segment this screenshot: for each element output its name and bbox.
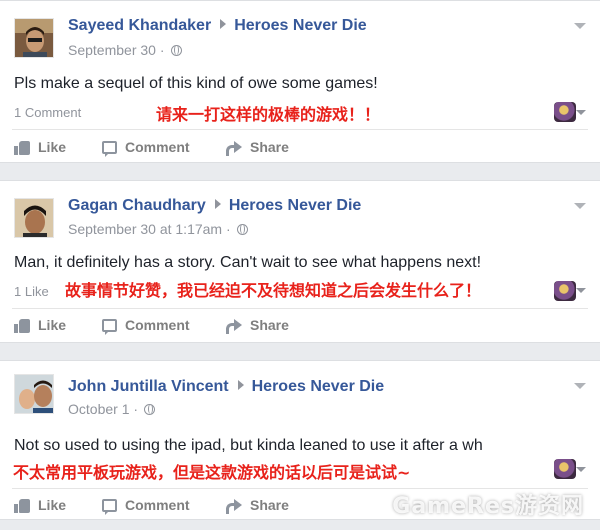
- post-text: Pls make a sequel of this kind of owe so…: [14, 75, 378, 92]
- globe-icon: [236, 224, 248, 235]
- like-button[interactable]: Like: [14, 135, 66, 159]
- avatar[interactable]: [14, 374, 54, 414]
- comment-label: Comment: [125, 317, 190, 333]
- post-header: Gagan Chaudhary Heroes Never Die: [68, 197, 361, 215]
- comment-icon: [102, 318, 117, 335]
- post-meta: September 30 at 1:17am ·: [68, 221, 248, 237]
- triangle-right-icon: [214, 199, 221, 209]
- timestamp[interactable]: September 30 at 1:17am ·: [68, 221, 231, 237]
- like-button[interactable]: Like: [14, 313, 66, 337]
- avatar[interactable]: [14, 198, 54, 238]
- chevron-down-icon[interactable]: [574, 23, 586, 29]
- share-label: Share: [250, 497, 289, 513]
- triangle-right-icon: [220, 19, 227, 29]
- watermark: GameRes游资网: [392, 494, 584, 519]
- share-arrow-icon: [226, 318, 242, 334]
- globe-icon: [144, 404, 156, 415]
- share-label: Share: [250, 139, 289, 155]
- like-count[interactable]: 1 Like: [14, 284, 49, 299]
- like-label: Like: [38, 139, 67, 155]
- comment-icon: [102, 498, 117, 515]
- avatar[interactable]: [14, 18, 54, 58]
- page-avatar-icon[interactable]: [554, 459, 576, 479]
- action-bar: Like Comment Share: [0, 135, 600, 159]
- post-meta: September 30 ·: [68, 42, 182, 58]
- comment-button[interactable]: Comment: [102, 135, 190, 159]
- translation-caption: 不太常用平板玩游戏，但是这款游戏的话以后可是试试~: [13, 463, 411, 482]
- comment-button[interactable]: Comment: [102, 493, 190, 517]
- comment-label: Comment: [125, 497, 190, 513]
- share-button[interactable]: Share: [226, 313, 289, 337]
- thumbs-up-icon: [14, 498, 30, 513]
- share-arrow-icon: [226, 140, 242, 156]
- share-arrow-icon: [226, 498, 242, 514]
- page-avatar-icon[interactable]: [554, 281, 576, 301]
- post-header: John Juntilla Vincent Heroes Never Die: [68, 378, 384, 396]
- timestamp[interactable]: September 30 ·: [68, 42, 165, 58]
- triangle-right-icon: [237, 380, 244, 390]
- comment-count[interactable]: 1 Comment: [14, 105, 81, 120]
- thumbs-up-icon: [14, 140, 30, 155]
- author-name[interactable]: Gagan Chaudhary: [68, 197, 206, 214]
- timestamp[interactable]: October 1 ·: [68, 401, 138, 417]
- page-name[interactable]: Heroes Never Die: [252, 378, 385, 395]
- post-text: Not so used to using the ipad, but kinda…: [14, 437, 483, 454]
- like-label: Like: [38, 317, 67, 333]
- action-bar: Like Comment Share: [0, 313, 600, 337]
- share-label: Share: [250, 317, 289, 333]
- post-text: Man, it definitely has a story. Can't wa…: [14, 254, 482, 271]
- caret-down-icon[interactable]: [576, 288, 586, 293]
- caret-down-icon[interactable]: [576, 110, 586, 115]
- comment-button[interactable]: Comment: [102, 313, 190, 337]
- like-button[interactable]: Like: [14, 493, 66, 517]
- post-card: Gagan Chaudhary Heroes Never Die Septembe…: [0, 180, 600, 343]
- caret-down-icon[interactable]: [576, 467, 586, 472]
- comment-label: Comment: [125, 139, 190, 155]
- comment-icon: [102, 140, 117, 157]
- share-button[interactable]: Share: [226, 493, 289, 517]
- page-name[interactable]: Heroes Never Die: [234, 17, 367, 34]
- author-name[interactable]: John Juntilla Vincent: [68, 378, 229, 395]
- globe-icon: [170, 45, 182, 56]
- translation-caption: 故事情节好赞，我已经迫不及待想知道之后会发生什么了！: [65, 281, 482, 300]
- page-avatar-icon[interactable]: [554, 102, 576, 122]
- author-name[interactable]: Sayeed Khandaker: [68, 17, 211, 34]
- translation-caption: 请来一打这样的极棒的游戏！！: [156, 105, 381, 124]
- chevron-down-icon[interactable]: [574, 203, 586, 209]
- page-name[interactable]: Heroes Never Die: [229, 197, 362, 214]
- chevron-down-icon[interactable]: [574, 383, 586, 389]
- post-meta: October 1 ·: [68, 401, 156, 417]
- thumbs-up-icon: [14, 318, 30, 333]
- divider: [12, 129, 588, 130]
- post-header: Sayeed Khandaker Heroes Never Die: [68, 17, 367, 35]
- divider: [12, 308, 588, 309]
- like-label: Like: [38, 497, 67, 513]
- post-card: Sayeed Khandaker Heroes Never Die Septemb…: [0, 0, 600, 163]
- share-button[interactable]: Share: [226, 135, 289, 159]
